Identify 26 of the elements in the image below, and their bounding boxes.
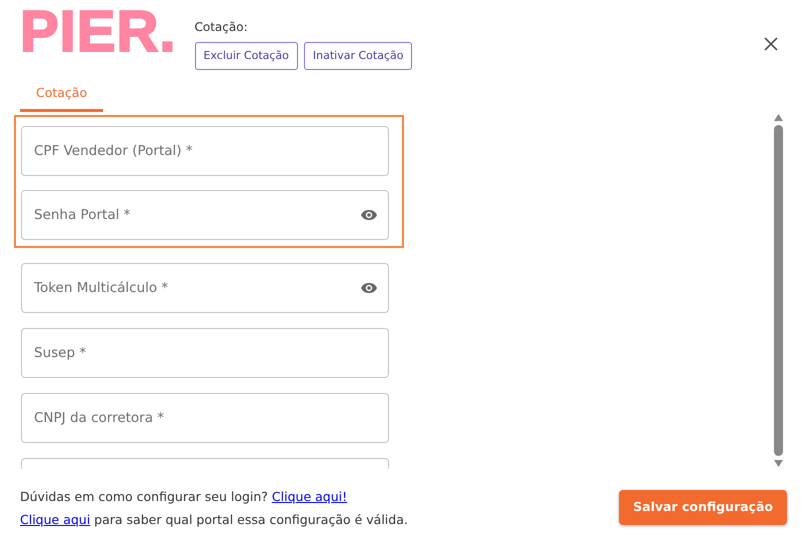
input-field[interactable]: CPF Vendedor (Portal) * <box>21 126 389 176</box>
input-field[interactable]: Senha Portal * <box>21 190 389 240</box>
scrollbar[interactable] <box>772 112 784 469</box>
scroll-down-icon[interactable] <box>774 460 782 467</box>
save-button[interactable]: Salvar configuração <box>619 490 787 526</box>
field-label: Susep * <box>34 344 86 363</box>
quote-label: Cotação: <box>194 19 248 36</box>
quote-button[interactable]: Inativar Cotação <box>304 42 412 70</box>
scroll-up-icon[interactable] <box>774 114 782 121</box>
eye-icon[interactable] <box>360 282 378 294</box>
help-link[interactable]: Clique aqui! <box>272 488 348 504</box>
eye-icon[interactable] <box>360 208 378 221</box>
field-label: CNPJ da corretora * <box>34 408 164 428</box>
field-label: Token Multicálculo * <box>34 278 168 298</box>
scrollbar-thumb[interactable] <box>774 124 782 456</box>
field-label: CPF Vendedor (Portal) * <box>34 142 193 161</box>
close-icon[interactable] <box>764 37 778 51</box>
input-field[interactable]: Token Multicálculo * <box>21 262 389 313</box>
tab[interactable]: Cotação <box>20 80 104 112</box>
field-label: Senha Portal * <box>34 206 130 225</box>
help-link[interactable]: Clique aqui <box>20 512 90 527</box>
quote-button[interactable]: Excluir Cotação <box>194 42 298 70</box>
input-field[interactable]: Susep * <box>21 328 389 378</box>
input-field[interactable]: CNPJ da corretora * <box>21 392 389 443</box>
help-text: para saber qual portal essa configuração é válida. <box>94 512 408 527</box>
help-text: Dúvidas em como configurar seu login? <box>20 488 268 504</box>
